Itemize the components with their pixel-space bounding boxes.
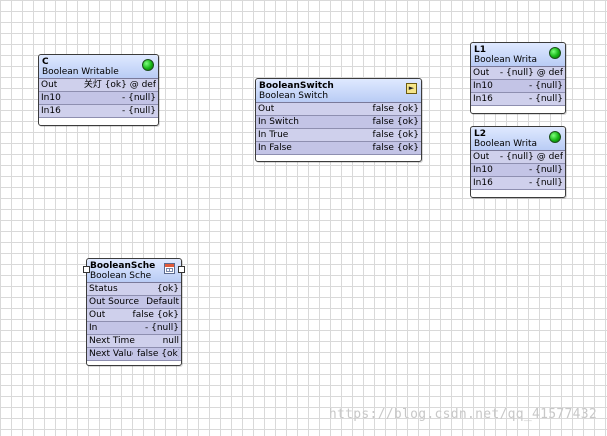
node-footer [39, 118, 158, 125]
node-c[interactable]: C Boolean Writable Out 关灯 {ok} @ def In1… [38, 54, 159, 126]
slot-value: {ok} [156, 284, 179, 294]
slot-value: - {null} @ def [499, 68, 563, 78]
node-c-name: C [42, 57, 49, 67]
slot-value: Default [146, 297, 179, 307]
node-l1-header[interactable]: L1 Boolean Writa [471, 43, 565, 67]
node-l1-type: Boolean Writa [474, 55, 538, 65]
slot-name: Status [89, 284, 118, 294]
slot-name: In16 [473, 94, 493, 104]
node-booleanswitch-type: Boolean Switch [259, 91, 329, 101]
node-l2-header[interactable]: L2 Boolean Writa [471, 127, 565, 151]
slot-value: false {ok} [372, 104, 419, 114]
boolean-switch-icon: ► [406, 83, 417, 94]
slot-name: Out [473, 152, 490, 162]
slot-name: Next Time [89, 336, 135, 346]
node-booleanschedule[interactable]: BooleanSche Boolean Sche Status {ok} Out… [86, 258, 182, 366]
status-led-icon [549, 47, 561, 59]
slot-name: In False [258, 143, 292, 153]
node-booleanschedule-header[interactable]: BooleanSche Boolean Sche [87, 259, 181, 283]
slot-name: Out [41, 80, 58, 90]
slot-out[interactable]: Out - {null} @ def [471, 67, 565, 80]
slot-in-false[interactable]: In False false {ok} [256, 142, 421, 155]
slot-value: 关灯 {ok} @ def [83, 80, 156, 90]
status-led-icon [549, 131, 561, 143]
slot-value: - {null} [529, 81, 563, 91]
slot-next-time[interactable]: Next Time null [87, 335, 181, 348]
status-led-icon [142, 59, 154, 71]
slot-in16[interactable]: In16 - {null} [471, 177, 565, 190]
slot-value: - {null} [529, 165, 563, 175]
slot-in-switch[interactable]: In Switch false {ok} [256, 116, 421, 129]
slot-value: false {ok} [132, 310, 179, 320]
slot-value: - {null} [122, 106, 156, 116]
slot-in10[interactable]: In10 - {null} [39, 92, 158, 105]
node-footer [87, 361, 181, 368]
slot-name: In Switch [258, 117, 299, 127]
slot-out[interactable]: Out - {null} @ def [471, 151, 565, 164]
node-l1[interactable]: L1 Boolean Writa Out - {null} @ def In10… [470, 42, 566, 114]
slot-out[interactable]: Out 关灯 {ok} @ def [39, 79, 158, 92]
slot-out[interactable]: Out false {ok} [87, 309, 181, 322]
slot-name: Out [258, 104, 275, 114]
node-booleanschedule-slots: Status {ok} Out Source Default Out false… [87, 283, 181, 361]
slot-status[interactable]: Status {ok} [87, 283, 181, 296]
slot-value: false {ok} [372, 117, 419, 127]
slot-in10[interactable]: In10 - {null} [471, 164, 565, 177]
node-l2-type: Boolean Writa [474, 139, 538, 149]
slot-value: - {null} [122, 93, 156, 103]
node-c-header[interactable]: C Boolean Writable [39, 55, 158, 79]
node-c-slots: Out 关灯 {ok} @ def In10 - {null} In16 - {… [39, 79, 158, 118]
slot-in16[interactable]: In16 - {null} [39, 105, 158, 118]
node-booleanswitch-header[interactable]: BooleanSwitch Boolean Switch ► [256, 79, 421, 103]
slot-name: In16 [473, 178, 493, 188]
slot-name: Next Value [89, 349, 133, 359]
slot-name: Out Source [89, 297, 140, 307]
slot-value: - {null} @ def [499, 152, 563, 162]
slot-value: false {ok} [136, 349, 179, 359]
resize-handle-right[interactable] [178, 266, 185, 273]
slot-name: In [89, 323, 98, 333]
node-booleanswitch-slots: Out false {ok} In Switch false {ok} In T… [256, 103, 421, 155]
slot-value: - {null} [529, 178, 563, 188]
slot-in[interactable]: In - {null} [87, 322, 181, 335]
slot-name: In10 [41, 93, 61, 103]
slot-name: Out [473, 68, 490, 78]
slot-value: null [162, 336, 179, 346]
resize-handle-left[interactable] [83, 266, 90, 273]
node-l2-slots: Out - {null} @ def In10 - {null} In16 - … [471, 151, 565, 190]
slot-value: false {ok} [372, 130, 419, 140]
watermark: https://blog.csdn.net/qq_41577432 [328, 407, 597, 422]
calendar-icon [164, 263, 175, 274]
slot-out-source[interactable]: Out Source Default [87, 296, 181, 309]
slot-name: In True [258, 130, 289, 140]
node-booleanswitch-name: BooleanSwitch [259, 81, 334, 91]
slot-in16[interactable]: In16 - {null} [471, 93, 565, 106]
slot-name: In10 [473, 81, 493, 91]
slot-name: In16 [41, 106, 61, 116]
node-footer [471, 106, 565, 113]
node-footer [256, 155, 421, 162]
slot-value: - {null} [529, 94, 563, 104]
slot-value: false {ok} [372, 143, 419, 153]
node-footer [471, 190, 565, 197]
slot-name: Out [89, 310, 106, 320]
slot-in10[interactable]: In10 - {null} [471, 80, 565, 93]
node-booleanswitch[interactable]: BooleanSwitch Boolean Switch ► Out false… [255, 78, 422, 162]
node-l1-slots: Out - {null} @ def In10 - {null} In16 - … [471, 67, 565, 106]
node-l2[interactable]: L2 Boolean Writa Out - {null} @ def In10… [470, 126, 566, 198]
slot-in-true[interactable]: In True false {ok} [256, 129, 421, 142]
slot-value: - {null} [145, 323, 179, 333]
slot-name: In10 [473, 165, 493, 175]
node-c-type: Boolean Writable [42, 67, 119, 77]
slot-next-value[interactable]: Next Value false {ok} [87, 348, 181, 361]
slot-out[interactable]: Out false {ok} [256, 103, 421, 116]
